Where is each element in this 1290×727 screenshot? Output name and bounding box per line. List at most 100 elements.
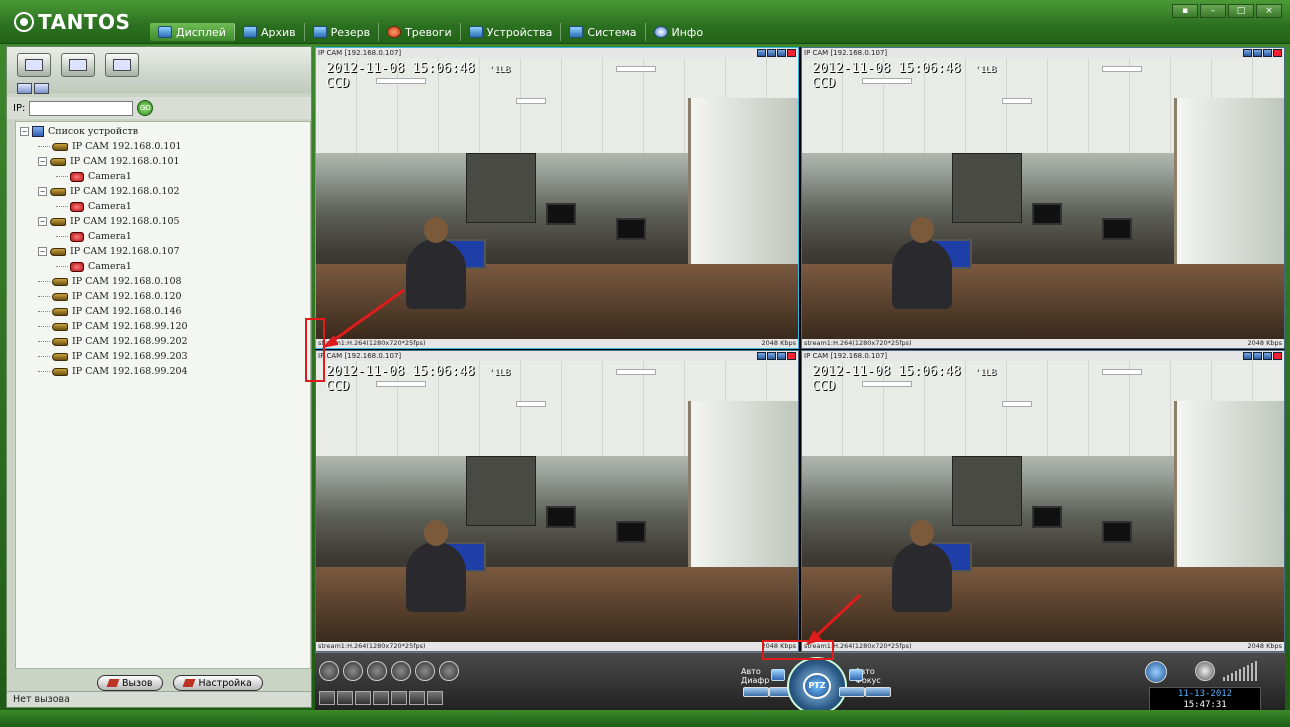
layout-9-icon[interactable] xyxy=(373,691,389,705)
stop-icon[interactable] xyxy=(343,661,363,681)
video-cell-2[interactable]: IP CAM [192.168.0.107] 2012-11-08 15:06:… xyxy=(801,47,1285,349)
play-icon[interactable] xyxy=(319,661,339,681)
collapse-icon[interactable]: − xyxy=(38,217,47,226)
snapshot-icon[interactable] xyxy=(1243,352,1252,360)
tree-device-item[interactable]: IP CAM 192.168.99.120 xyxy=(16,319,310,334)
tree-device-item[interactable]: IP CAM 192.168.0.101 xyxy=(16,139,310,154)
video-cell-3[interactable]: IP CAM [192.168.0.107] 2012-11-08 15:06:… xyxy=(315,350,799,652)
fullscreen-icon[interactable] xyxy=(439,661,459,681)
settings-button[interactable]: Настройка xyxy=(173,675,263,691)
scene-light xyxy=(516,98,546,104)
record-all-button[interactable] xyxy=(1145,661,1167,683)
collapse-icon[interactable]: − xyxy=(20,127,29,136)
layout-6-icon[interactable] xyxy=(355,691,371,705)
close-icon[interactable] xyxy=(1273,49,1282,57)
iris-minus-button[interactable] xyxy=(743,687,769,697)
go-button[interactable]: GO xyxy=(137,100,154,116)
focus-plus-button[interactable] xyxy=(865,687,891,697)
snapshot-icon[interactable] xyxy=(757,49,766,57)
window-pin-button[interactable]: ▪ xyxy=(1172,4,1198,18)
tree-device-item[interactable]: IP CAM 192.168.99.203 xyxy=(16,349,310,364)
collapse-icon[interactable]: − xyxy=(38,247,47,256)
record-icon[interactable] xyxy=(767,49,776,57)
tree-item-label: IP CAM 192.168.0.146 xyxy=(72,306,182,317)
snapshot-icon[interactable] xyxy=(757,352,766,360)
view-3-button[interactable] xyxy=(105,53,139,77)
tree-camera-item[interactable]: Camera1 xyxy=(16,199,310,214)
osd-label: CCD xyxy=(326,76,350,91)
menu-system[interactable]: Система xyxy=(561,23,646,41)
menu-devices[interactable]: Устройства xyxy=(461,23,562,41)
menu-display[interactable]: Дисплей xyxy=(150,23,235,41)
auto-iris-label: Авто Диафр xyxy=(741,667,770,685)
tree-device-item[interactable]: − IP CAM 192.168.0.101 xyxy=(16,154,310,169)
window-close-button[interactable]: × xyxy=(1256,4,1282,18)
focus-auto-button[interactable] xyxy=(849,669,863,681)
audio-icon[interactable] xyxy=(777,49,786,57)
close-icon[interactable] xyxy=(1273,352,1282,360)
menu-alarm[interactable]: Тревоги xyxy=(379,23,461,41)
layout-4-icon[interactable] xyxy=(337,691,353,705)
logo-icon xyxy=(14,12,34,32)
video-cell-4[interactable]: IP CAM [192.168.0.107] 2012-11-08 15:06:… xyxy=(801,350,1285,652)
view-1-button[interactable] xyxy=(17,53,51,77)
menu-archive[interactable]: Архив xyxy=(235,23,305,41)
video-cell-1[interactable]: IP CAM [192.168.0.107] 2012-11-08 15:06:… xyxy=(315,47,799,349)
layout-16-icon[interactable] xyxy=(391,691,407,705)
tree-camera-item[interactable]: Camera1 xyxy=(16,169,310,184)
window-minimize-button[interactable]: – xyxy=(1200,4,1226,18)
menu-info[interactable]: Инфо xyxy=(646,23,712,41)
tree-device-item[interactable]: − IP CAM 192.168.0.105 xyxy=(16,214,310,229)
record-icon[interactable] xyxy=(367,661,387,681)
collapse-icon[interactable]: − xyxy=(38,157,47,166)
window-maximize-button[interactable]: □ xyxy=(1228,4,1254,18)
scene-monitor xyxy=(546,203,576,225)
audio-icon[interactable] xyxy=(777,352,786,360)
record-icon[interactable] xyxy=(1253,352,1262,360)
iris-open-button[interactable] xyxy=(771,669,785,681)
tree-camera-item[interactable]: Camera1 xyxy=(16,259,310,274)
close-icon[interactable] xyxy=(787,49,796,57)
tree-root[interactable]: − Список устройств xyxy=(16,124,310,139)
tree-item-label: IP CAM 192.168.0.101 xyxy=(72,141,182,152)
tree-device-item[interactable]: IP CAM 192.168.0.108 xyxy=(16,274,310,289)
collapse-icon[interactable]: − xyxy=(38,187,47,196)
scene-monitor xyxy=(616,521,646,543)
menu-backup[interactable]: Резерв xyxy=(305,23,380,41)
tree-camera-item[interactable]: Camera1 xyxy=(16,229,310,244)
tree-device-item[interactable]: − IP CAM 192.168.0.102 xyxy=(16,184,310,199)
tab-groups[interactable] xyxy=(34,83,49,94)
tree-item-label: Список устройств xyxy=(48,126,139,137)
tree-device-item[interactable]: IP CAM 192.168.0.146 xyxy=(16,304,310,319)
snapshot-icon[interactable] xyxy=(415,661,435,681)
audio-icon[interactable] xyxy=(1263,49,1272,57)
osd-datetime: 2012-11-08 15:06:48 xyxy=(812,61,961,76)
call-button[interactable]: Вызов xyxy=(97,675,164,691)
tree-device-item[interactable]: IP CAM 192.168.99.204 xyxy=(16,364,310,379)
record-icon[interactable] xyxy=(767,352,776,360)
layout-custom-icon[interactable] xyxy=(409,691,425,705)
layout-1-icon[interactable] xyxy=(319,691,335,705)
tree-device-item[interactable]: − IP CAM 192.168.0.107 xyxy=(16,244,310,259)
close-icon[interactable] xyxy=(787,352,796,360)
tree-device-item[interactable]: IP CAM 192.168.0.120 xyxy=(16,289,310,304)
audio-icon[interactable] xyxy=(1263,352,1272,360)
ip-camera-icon xyxy=(52,337,68,346)
scene-light xyxy=(616,369,656,375)
system-icon xyxy=(569,26,584,38)
volume-level[interactable] xyxy=(1223,661,1257,681)
ip-input[interactable] xyxy=(29,100,134,116)
tree-connector xyxy=(38,146,50,147)
zoom-icon[interactable] xyxy=(391,661,411,681)
layout-pip-icon[interactable] xyxy=(427,691,443,705)
view-2-button[interactable] xyxy=(61,53,95,77)
ptz-center-button[interactable]: PTZ xyxy=(803,673,831,699)
tree-connector xyxy=(38,371,50,372)
tree-item-label: Camera1 xyxy=(88,201,132,212)
tree-device-item[interactable]: IP CAM 192.168.99.202 xyxy=(16,334,310,349)
snapshot-icon[interactable] xyxy=(1243,49,1252,57)
focus-minus-button[interactable] xyxy=(839,687,865,697)
record-icon[interactable] xyxy=(1253,49,1262,57)
volume-icon[interactable] xyxy=(1195,661,1215,681)
tab-devices[interactable] xyxy=(17,83,32,94)
